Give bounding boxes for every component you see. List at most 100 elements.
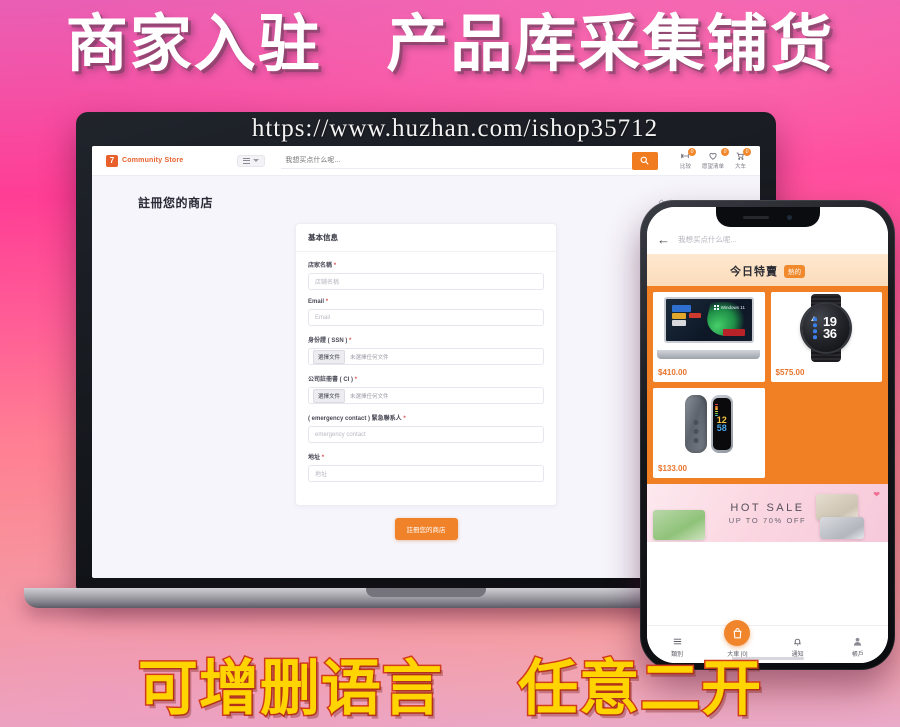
phone-screen: ← 我想买点什么呢... 今日特賣 熱的 Windows 11 $410.00 … (647, 207, 888, 663)
field-store-name: 店家名稱 * 店鋪名稱 (308, 260, 544, 290)
category-dropdown[interactable] (237, 154, 266, 167)
promo-url: https://www.huzhan.com/ishop35712 (251, 115, 659, 142)
product-card-band[interactable]: 12 58 $133.00 (653, 388, 765, 478)
laptop-illustration: Windows 11 (657, 297, 761, 359)
laptop-hinge-notch (366, 588, 486, 597)
file-input-ci[interactable]: 選擇文件 未選擇任何文件 (308, 387, 544, 404)
label-emergency-contact: ( emergency contact ) 緊急聯系人 * (308, 413, 544, 422)
field-address: 地址 * 地址 (308, 452, 544, 482)
back-arrow-icon[interactable]: ← (657, 233, 670, 246)
search-input[interactable] (281, 152, 632, 169)
speaker-icon (743, 215, 769, 219)
register-store-button[interactable]: 註冊您的商店 (394, 518, 458, 540)
required-mark: * (325, 299, 329, 305)
file-status-ci: 未選擇任何文件 (350, 393, 389, 400)
chevron-down-icon (253, 159, 260, 162)
compare-icon-button[interactable]: 比较 0 (679, 148, 696, 170)
windows-label: Windows 11 (714, 305, 745, 310)
windows-logo-icon (714, 305, 719, 310)
file-input-ssn[interactable]: 選擇文件 未選擇任何文件 (308, 348, 544, 365)
wishlist-badge: 0 (720, 148, 729, 156)
desktop-tile (672, 320, 687, 326)
desktop-tile (688, 313, 701, 318)
phone-mockup: ← 我想买点什么呢... 今日特賣 熱的 Windows 11 $410.00 … (640, 200, 895, 670)
field-email: Email * Email (308, 299, 544, 326)
search-button[interactable] (631, 151, 658, 170)
windows-label-text: Windows 11 (720, 304, 745, 310)
deals-grid-empty-slot (770, 388, 882, 478)
file-status-ssn: 未選擇任何文件 (350, 354, 389, 361)
lunchbox-steel-illustration (820, 517, 864, 539)
smartwatch-illustration: 19 36 (771, 292, 883, 364)
fitness-band-illustration: 12 58 (653, 388, 765, 460)
label-emergency-contact-text: ( emergency contact ) 緊急聯系人 (308, 416, 402, 422)
input-emergency-contact[interactable]: emergency contact (308, 426, 544, 443)
mobile-search-input[interactable]: 我想买点什么呢... (678, 234, 876, 245)
product-image-laptop: Windows 11 (653, 292, 765, 364)
product-price-smartwatch: $575.00 (775, 368, 805, 377)
choose-file-button-ci[interactable]: 選擇文件 (313, 388, 346, 403)
required-mark: * (403, 416, 406, 422)
nav-item-account[interactable]: 帳戶 (828, 636, 888, 658)
required-mark: * (321, 455, 325, 461)
deals-header: 今日特賣 熱的 (647, 254, 888, 286)
input-store-name[interactable]: 店鋪名稱 (308, 273, 544, 290)
brand-mark-icon: 7 (106, 154, 118, 167)
promo-headline-right: 产品库采集铺货 (386, 10, 835, 79)
band-screen: 12 58 (712, 398, 731, 450)
deals-title: 今日特賣 (730, 266, 778, 278)
menu-icon (243, 157, 251, 164)
promo-footer-left: 可增删语言 (136, 655, 443, 722)
header-icons: 比较 0 愿望清单 0 大车 0 (679, 148, 751, 170)
search-bar (281, 151, 658, 170)
hot-sale-banner[interactable]: ❤ HOT SALE UP TO 70% OFF (647, 484, 888, 542)
wishlist-icon-button[interactable]: 愿望清单 0 (701, 148, 729, 170)
hot-sale-title: HOT SALE (730, 501, 805, 514)
product-card-laptop[interactable]: Windows 11 $410.00 (653, 292, 765, 382)
watch-time: 19 36 (823, 315, 837, 341)
label-address: 地址 * (308, 452, 544, 461)
nav-item-notifications[interactable]: 通知 (768, 636, 828, 658)
wishlist-label: 愿望清单 (701, 164, 724, 170)
product-price-laptop: $410.00 (658, 368, 687, 377)
bell-icon (794, 638, 801, 646)
input-address[interactable]: 地址 (308, 465, 544, 482)
label-email-text: Email (308, 299, 325, 305)
band-device: 12 58 (710, 395, 733, 453)
band-bars-icon (714, 404, 718, 417)
heart-icon: ❤ (873, 490, 880, 499)
watch-dial: 19 36 (802, 304, 851, 352)
lunchbox-green-illustration (653, 510, 705, 540)
input-email[interactable]: Email (308, 309, 544, 326)
label-store-name-text: 店家名稱 (308, 263, 333, 269)
label-ci: 公司註冊書 ( CI ) * (308, 374, 544, 383)
product-image-smartwatch: 19 36 (770, 292, 883, 364)
required-mark: * (333, 263, 337, 269)
band-minute: 58 (716, 423, 727, 433)
desktop-tile (672, 313, 687, 319)
product-card-smartwatch[interactable]: 19 36 $575.00 (770, 292, 883, 382)
deals-grid: Windows 11 $410.00 19 36 $575.00 12 58 $… (647, 286, 888, 484)
cart-fab (724, 620, 751, 646)
brand-name: Community Store (122, 157, 184, 164)
choose-file-button-ssn[interactable]: 選擇文件 (313, 349, 346, 364)
site-logo[interactable]: 7 Community Store (106, 154, 184, 167)
label-ci-text: 公司註冊書 ( CI ) (308, 377, 353, 383)
categories-icon (673, 638, 681, 645)
label-ssn: 身份證 ( SSN ) * (308, 335, 544, 344)
compare-label: 比较 (679, 164, 691, 170)
phone-notch (715, 207, 820, 227)
product-price-band: $133.00 (658, 464, 687, 473)
laptop-keyboard-art (657, 350, 761, 359)
cart-icon-button[interactable]: 大车 0 (734, 148, 751, 170)
nav-item-cart[interactable]: 大車 [0] (707, 620, 767, 658)
registration-card: 基本信息 店家名稱 * 店鋪名稱 Email * Email 身份證 (SSN… (295, 223, 557, 506)
cart-label: 大车 (734, 164, 746, 170)
required-mark: * (349, 338, 352, 344)
watch-minute: 36 (823, 326, 837, 341)
band-strap (684, 395, 707, 453)
label-address-text: 地址 (308, 455, 321, 461)
desktop-tile (672, 304, 692, 312)
promo-headline: 商家入驻 产品库采集铺货 (0, 14, 900, 76)
product-image-band: 12 58 (653, 388, 765, 460)
